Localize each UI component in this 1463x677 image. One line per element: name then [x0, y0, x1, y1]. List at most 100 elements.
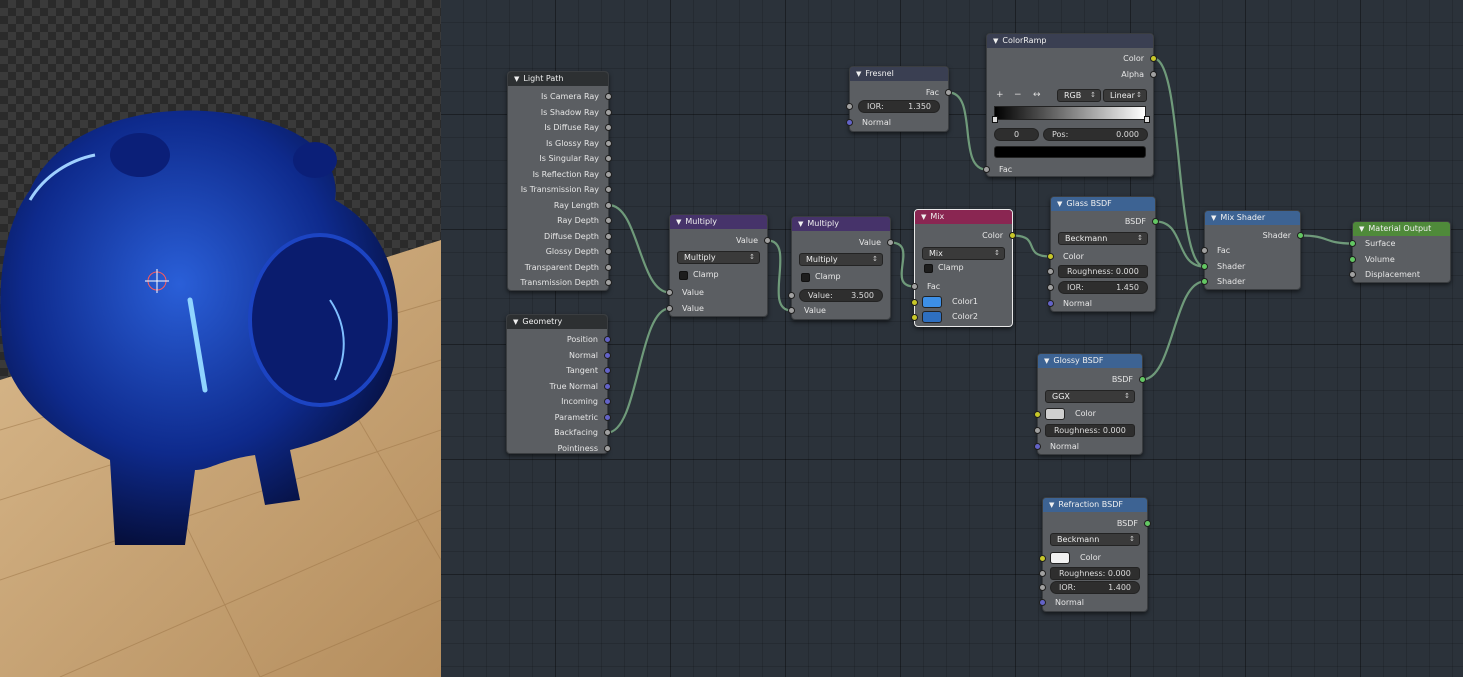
color1-input-socket[interactable] [911, 299, 918, 306]
output-socket[interactable] [605, 108, 612, 116]
clamp-checkbox[interactable] [801, 273, 810, 282]
collapse-arrow-icon[interactable]: ▼ [1049, 501, 1054, 509]
ior-input-socket[interactable] [1047, 284, 1054, 291]
displacement-input-socket[interactable] [1349, 271, 1356, 278]
output-socket[interactable] [605, 248, 612, 255]
clamp-checkbox[interactable] [924, 264, 933, 273]
clamp-checkbox[interactable] [679, 271, 688, 280]
collapse-arrow-icon[interactable]: ▼ [856, 70, 861, 78]
multiply-node-2[interactable]: ▼ Multiply Value Multiply Clamp Value: 3.5… [788, 216, 894, 320]
output-socket[interactable] [604, 367, 611, 374]
blend-mode-dropdown[interactable]: Mix [922, 247, 1005, 260]
distribution-dropdown[interactable]: Beckmann [1058, 232, 1148, 245]
color-input-socket[interactable] [1047, 253, 1054, 260]
roughness-field[interactable]: Roughness: 0.000 [1058, 265, 1148, 278]
roughness-field[interactable]: Roughness: 0.000 [1050, 567, 1140, 580]
add-stop-button[interactable]: + [996, 90, 1004, 100]
value-field[interactable]: Value: 3.500 [799, 289, 883, 302]
output-socket[interactable] [605, 139, 612, 147]
operation-dropdown[interactable]: Multiply [677, 251, 760, 264]
fac-input-socket[interactable] [911, 283, 918, 290]
light-path-node[interactable]: ▼ Light Path Is Camera Ray Is Shadow Ray Is… [507, 71, 612, 291]
collapse-arrow-icon[interactable]: ▼ [1044, 357, 1049, 365]
geometry-header[interactable]: ▼ Geometry [507, 315, 607, 329]
refraction-bsdf-node[interactable]: ▼ Refraction BSDF BSDF Beckmann Color Rou… [1039, 497, 1151, 612]
output-socket[interactable] [604, 336, 611, 343]
ior-field[interactable]: IOR: 1.350 [858, 100, 940, 113]
output-socket[interactable] [604, 429, 611, 436]
colorramp-node[interactable]: ▼ColorRamp Color Alpha + − ↔ RGB Linear … [983, 33, 1157, 177]
color-output-socket[interactable] [1009, 232, 1016, 239]
multiply-node-1[interactable]: ▼ Multiply Value Multiply Clamp Value Val… [666, 214, 771, 317]
collapse-arrow-icon[interactable]: ▼ [993, 37, 998, 45]
shader-output-socket[interactable] [1297, 232, 1304, 239]
output-socket[interactable] [605, 201, 612, 209]
value-input-socket-2[interactable] [666, 305, 673, 312]
value-output-socket[interactable] [764, 237, 771, 244]
surface-input-socket[interactable] [1349, 240, 1356, 247]
node-editor[interactable]: ▼ Light Path Is Camera Ray Is Shadow Ray Is… [441, 0, 1463, 677]
output-socket[interactable] [605, 217, 612, 224]
mix-shader-header[interactable]: ▼ Mix Shader [1205, 211, 1300, 225]
color-mode-dropdown[interactable]: RGB [1057, 89, 1101, 102]
fresnel-node[interactable]: ▼ Fresnel Fac IOR: 1.350 Normal [846, 66, 952, 132]
bsdf-output-socket[interactable] [1139, 376, 1146, 383]
color-input-socket[interactable] [1034, 411, 1041, 418]
collapse-arrow-icon[interactable]: ▼ [514, 75, 519, 83]
ior-input-socket[interactable] [1039, 584, 1046, 591]
stop-index-field[interactable]: 0 [994, 128, 1039, 141]
ior-field[interactable]: IOR: 1.400 [1050, 581, 1140, 594]
mix-header[interactable]: ▼ Mix [915, 210, 1012, 224]
collapse-arrow-icon[interactable]: ▼ [676, 218, 681, 226]
bsdf-output-socket[interactable] [1152, 218, 1159, 225]
volume-input-socket[interactable] [1349, 256, 1356, 263]
material-output-header[interactable]: ▼ Material Output [1353, 222, 1450, 236]
flip-ramp-button[interactable]: ↔ [1033, 90, 1041, 100]
output-socket[interactable] [605, 279, 612, 286]
light-path-header[interactable]: ▼ Light Path [508, 72, 608, 86]
shader-input-socket-1[interactable] [1201, 263, 1208, 270]
collapse-arrow-icon[interactable]: ▼ [1211, 214, 1216, 222]
glass-bsdf-header[interactable]: ▼ Glass BSDF [1051, 197, 1155, 211]
output-socket[interactable] [605, 232, 612, 240]
output-socket[interactable] [604, 413, 611, 421]
stop-position-field[interactable]: Pos: 0.000 [1043, 128, 1148, 141]
color-output-socket[interactable] [1150, 55, 1157, 62]
output-socket[interactable] [604, 398, 611, 405]
color2-swatch[interactable] [922, 311, 942, 323]
collapse-arrow-icon[interactable]: ▼ [921, 213, 926, 221]
normal-input-socket[interactable] [1047, 300, 1054, 307]
glossy-color-swatch[interactable] [1045, 408, 1065, 420]
collapse-arrow-icon[interactable]: ▼ [1359, 225, 1364, 233]
output-socket[interactable] [605, 186, 612, 193]
colorramp-header[interactable]: ▼ ColorRamp [987, 34, 1153, 48]
fac-output-socket[interactable] [945, 89, 952, 96]
output-socket[interactable] [605, 263, 612, 271]
remove-stop-button[interactable]: − [1014, 90, 1022, 100]
ior-field[interactable]: IOR: 1.450 [1058, 281, 1148, 294]
normal-input-socket[interactable] [1039, 599, 1046, 606]
value-output-socket[interactable] [887, 239, 894, 246]
operation-dropdown[interactable]: Multiply [799, 253, 883, 266]
mix-node[interactable]: ▼ Mix Color Mix Clamp Fac Color1 Color2 [911, 209, 1016, 327]
normal-input-socket[interactable] [1034, 443, 1041, 450]
geometry-node[interactable]: ▼ Geometry Position Normal Tangent True Norm… [506, 314, 611, 454]
mix-shader-node[interactable]: ▼ Mix Shader Shader Fac Shader Shader [1201, 210, 1304, 290]
output-socket[interactable] [605, 170, 612, 178]
bsdf-output-socket[interactable] [1144, 520, 1151, 527]
glossy-bsdf-node[interactable]: ▼ Glossy BSDF BSDF GGX Color Roughness: 0… [1034, 353, 1146, 455]
output-socket[interactable] [604, 351, 611, 359]
glass-bsdf-node[interactable]: ▼ Glass BSDF BSDF Beckmann Color Roughnes… [1047, 196, 1159, 312]
collapse-arrow-icon[interactable]: ▼ [1057, 200, 1062, 208]
collapse-arrow-icon[interactable]: ▼ [513, 318, 518, 326]
value-input-socket-1[interactable] [666, 289, 673, 296]
interpolation-dropdown[interactable]: Linear [1103, 89, 1147, 102]
color-input-socket[interactable] [1039, 555, 1046, 562]
fac-input-socket[interactable] [983, 166, 990, 173]
material-output-node[interactable]: ▼ Material Output Surface Volume Displace… [1349, 221, 1451, 283]
alpha-output-socket[interactable] [1150, 71, 1157, 78]
color-ramp-bar[interactable] [994, 106, 1146, 120]
output-socket[interactable] [605, 124, 612, 131]
roughness-input-socket[interactable] [1039, 570, 1046, 577]
normal-input-socket[interactable] [846, 119, 853, 126]
